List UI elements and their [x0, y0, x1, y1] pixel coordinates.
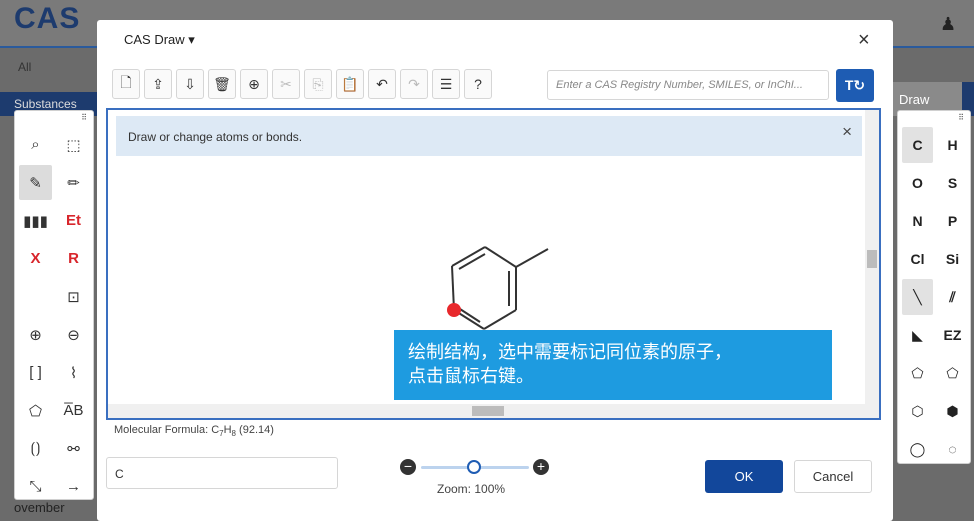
atom-n-icon[interactable]: N	[902, 203, 933, 239]
cut-icon[interactable]: ✂	[272, 69, 300, 99]
pencil-tool-icon[interactable]: ✎	[19, 165, 52, 200]
plus-charge-tool-icon[interactable]: ⊕	[19, 317, 52, 352]
cancel-button[interactable]: Cancel	[794, 460, 872, 493]
export-icon[interactable]: ⇩	[176, 69, 204, 99]
double-bond-icon[interactable]: ⫽	[937, 279, 968, 315]
instruction-tooltip: 绘制结构，选中需要标记同位素的原子， 点击鼠标右键。	[394, 330, 832, 400]
horizontal-scrollbar[interactable]	[108, 404, 879, 418]
draw-toolbar: 🗋 ⇪ ⇩ 🗑 ⊕ ✂ ⎘ 📋 ↶ ↷ ☰?	[112, 69, 492, 101]
pentagon-ring-icon[interactable]: ⬠	[902, 355, 933, 391]
redo-icon[interactable]: ↷	[400, 69, 428, 99]
search-go-button[interactable]: T↻	[836, 69, 874, 102]
atom-si-icon[interactable]: Si	[937, 241, 968, 277]
arrow-tool-icon[interactable]: →	[57, 469, 90, 504]
right-atom-palette: ⠿ C H O S N P Cl Si ╲ ⫽ ◣ EZ ⬠ ⬠ ⬡ ⬢ ◯ ◌	[897, 110, 971, 464]
horizontal-scroll-thumb[interactable]	[472, 406, 504, 416]
chain-draw-tool-icon[interactable]: ⌇	[57, 355, 90, 390]
custom-ring-icon[interactable]: ◌	[937, 431, 968, 467]
copy-icon[interactable]: ⎘	[304, 69, 332, 99]
zoom-out-button[interactable]: −	[400, 459, 416, 475]
marquee-tool-icon[interactable]: ⬚	[57, 127, 90, 162]
structure-text-input[interactable]: C	[106, 457, 338, 489]
atom-c-icon[interactable]: C	[902, 127, 933, 163]
hexagon-ring-icon[interactable]: ⬡	[902, 393, 933, 429]
palette-spacer	[19, 279, 52, 314]
chain-tool-icon[interactable]: ▮▮▮	[19, 203, 52, 238]
wedge-bond-icon[interactable]: ◣	[902, 317, 933, 353]
bracket-tool-icon[interactable]: [ ]	[19, 355, 52, 390]
text-tool-icon[interactable]: A̅B	[57, 393, 90, 428]
zoom-in-button[interactable]: +	[533, 459, 549, 475]
ethyl-tool-icon[interactable]: Et	[57, 203, 90, 238]
import-icon[interactable]: ⇪	[144, 69, 172, 99]
background-tab-all: All	[18, 60, 32, 74]
new-document-icon[interactable]: 🗋	[112, 69, 140, 99]
bond-style-tool-icon[interactable]: ⚯	[57, 431, 90, 466]
drawing-canvas[interactable]: Draw or change atoms or bonds. × 绘制结构，选中…	[106, 108, 881, 420]
vertical-scroll-thumb[interactable]	[867, 250, 877, 268]
single-bond-icon[interactable]: ╲	[902, 279, 933, 315]
ok-button[interactable]: OK	[705, 460, 783, 493]
rgroup-tool-icon[interactable]: R	[57, 241, 90, 276]
toluene-structure	[451, 246, 549, 330]
heptagon-ring-icon[interactable]: ◯	[902, 431, 933, 467]
hexagon-aromatic-ring-icon[interactable]: ⬢	[937, 393, 968, 429]
atom-s-icon[interactable]: S	[937, 165, 968, 201]
shape-tool-icon[interactable]: ⬠	[19, 393, 52, 428]
pentagon-aromatic-ring-icon[interactable]: ⬠	[937, 355, 968, 391]
draw-bond-tool-icon[interactable]: ✏	[57, 165, 90, 200]
selected-atom-marker	[447, 303, 461, 317]
arrow-diag-tool-icon[interactable]: ⤡	[19, 469, 52, 504]
tooltip-line-1: 绘制结构，选中需要标记同位素的原子，	[408, 342, 732, 363]
erase-tool-icon[interactable]: X	[19, 241, 52, 276]
center-icon[interactable]: ⊕	[240, 69, 268, 99]
left-tool-palette: ⠿ ⌕ ⬚ ✎ ✏ ▮▮▮ Et X R ⊡ ⊕ ⊖[ ] ⌇ ⬠ A̅B ⟮⟯ ⚯ ⤡ →	[14, 110, 94, 500]
structure-search-input[interactable]: Enter a CAS Registry Number, SMILES, or …	[547, 70, 829, 100]
settings-icon[interactable]: ☰	[432, 69, 460, 99]
bond-inner	[458, 253, 486, 270]
help-icon[interactable]: ?	[464, 69, 492, 99]
zoom-slider-handle[interactable]	[467, 460, 481, 474]
zoom-label: Zoom: 100%	[437, 482, 506, 496]
dialog-close-icon[interactable]: ×	[858, 30, 870, 50]
atom-h-icon[interactable]: H	[937, 127, 968, 163]
clear-icon[interactable]: 🗑	[208, 69, 236, 99]
minus-charge-tool-icon[interactable]: ⊖	[57, 317, 90, 352]
undo-icon[interactable]: ↶	[368, 69, 396, 99]
palette-grip-icon[interactable]: ⠿	[81, 113, 87, 122]
atom-o-icon[interactable]: O	[902, 165, 933, 201]
bond	[483, 309, 517, 330]
cas-draw-tab[interactable]: CAS Draw ▾	[124, 32, 195, 48]
atom-cl-icon[interactable]: Cl	[902, 241, 933, 277]
tooltip-line-2: 点击鼠标右键。	[408, 366, 534, 387]
cas-logo: CAS	[14, 2, 81, 35]
vertical-scrollbar[interactable]	[865, 110, 879, 418]
atom-p-icon[interactable]: P	[937, 203, 968, 239]
lasso-tool-icon[interactable]: ⌕	[19, 127, 52, 162]
sgroup-tool-icon[interactable]: ⟮⟯	[19, 431, 52, 466]
user-icon: ♟	[940, 14, 957, 34]
methyl-bond	[515, 248, 549, 268]
bond	[484, 246, 517, 268]
molecular-formula: Molecular Formula: C7H8 (92.14)	[114, 424, 274, 439]
paste-icon[interactable]: 📋	[336, 69, 364, 99]
palette-grip-icon[interactable]: ⠿	[958, 113, 964, 122]
ring-tool-icon[interactable]: ⊡	[57, 279, 90, 314]
ez-bond-icon[interactable]: EZ	[937, 317, 968, 353]
